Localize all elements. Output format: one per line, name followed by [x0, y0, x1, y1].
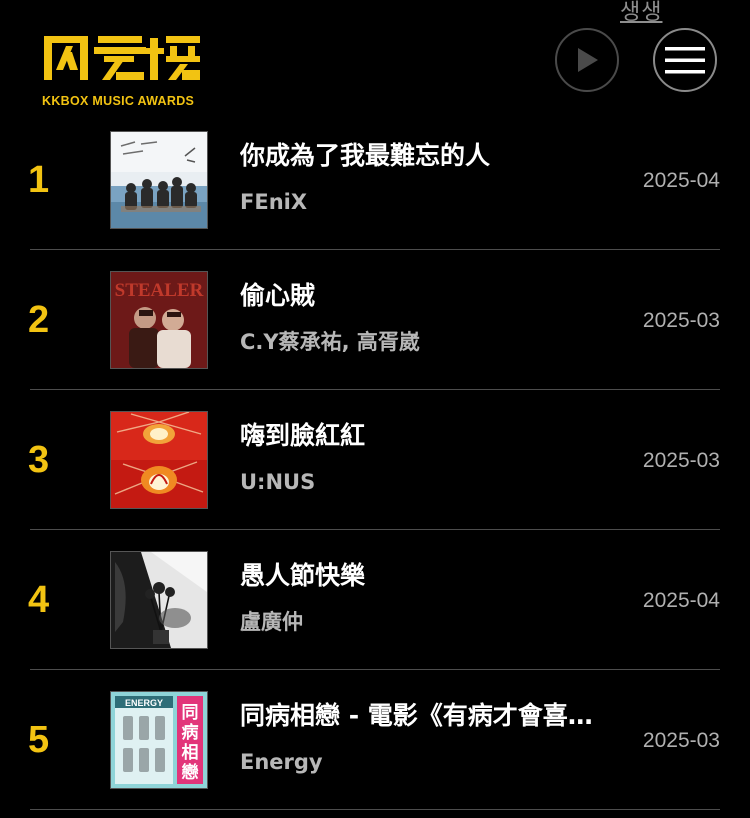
album-cover[interactable]: ENERGY 同病相戀 — [110, 691, 208, 789]
song-row[interactable]: 1 你成為了我最難忘的人 FEniX 2025-04 — [0, 110, 750, 250]
song-title[interactable]: 同病相戀 - 電影《有病才會喜歡你》主題曲 — [240, 700, 615, 732]
song-title[interactable]: 愚人節快樂 — [240, 560, 615, 592]
release-date: 2025-04 — [642, 169, 720, 192]
album-cover[interactable]: STEALER — [110, 271, 208, 369]
album-cover-art — [111, 412, 207, 508]
rank-number: 4 — [28, 579, 50, 621]
song-title[interactable]: 嗨到臉紅紅 — [240, 420, 615, 452]
album-cover[interactable] — [110, 131, 208, 229]
rank-number: 3 — [28, 439, 50, 481]
play-button[interactable] — [555, 28, 619, 92]
song-title[interactable]: 偷心賊 — [240, 280, 615, 312]
album-cover[interactable] — [110, 551, 208, 649]
release-date: 2025-03 — [642, 309, 720, 332]
divider — [30, 808, 720, 810]
rank-number: 2 — [28, 299, 50, 341]
song-artist[interactable]: Energy — [240, 748, 615, 776]
song-row[interactable]: 3 嗨到臉紅紅 U:NUS 2025-03 — [0, 390, 750, 530]
song-row[interactable]: 2 STEALER 偷心賊 C.Y蔡承祐, 高胥崴 2025-03 — [0, 250, 750, 390]
rank-number: 1 — [28, 159, 50, 201]
play-icon — [578, 48, 598, 72]
header: KKBOX MUSIC AWARDS — [0, 0, 750, 110]
album-cover-art — [111, 552, 207, 648]
album-cover-art: STEALER — [111, 272, 207, 368]
release-date: 2025-03 — [642, 729, 720, 752]
release-date: 2025-04 — [642, 589, 720, 612]
rank-number: 5 — [28, 719, 50, 761]
song-artist[interactable]: U:NUS — [240, 468, 615, 496]
song-artist[interactable]: 盧廣仲 — [240, 608, 615, 636]
song-artist[interactable]: FEniX — [240, 188, 615, 216]
song-artist[interactable]: C.Y蔡承祐, 高胥崴 — [240, 328, 615, 356]
album-cover[interactable] — [110, 411, 208, 509]
song-title[interactable]: 你成為了我最難忘的人 — [240, 140, 615, 172]
kkbox-awards-logo[interactable]: KKBOX MUSIC AWARDS — [42, 30, 207, 108]
song-list: 1 你成為了我最難忘的人 FEniX 2025-04 2 STEALER 偷心賊… — [0, 110, 750, 810]
cover-side-text: 同病相戀 — [182, 703, 199, 783]
menu-icon — [665, 47, 705, 74]
menu-button[interactable] — [653, 28, 717, 92]
song-row[interactable]: 4 愚人節快樂 盧廣仲 2025-04 — [0, 530, 750, 670]
song-row[interactable]: 5 ENERGY 同病相戀 同病相戀 - 電影《有病才會喜歡你》主題曲 — [0, 670, 750, 810]
album-cover-art: ENERGY 同病相戀 — [111, 692, 207, 788]
release-date: 2025-03 — [642, 449, 720, 472]
logo-glyphs — [44, 36, 200, 80]
album-cover-art — [111, 132, 207, 228]
cover-text: STEALER — [115, 280, 204, 301]
cover-text: ENERGY — [125, 698, 163, 708]
logo-mark — [42, 30, 207, 94]
logo-subtitle: KKBOX MUSIC AWARDS — [42, 94, 195, 108]
